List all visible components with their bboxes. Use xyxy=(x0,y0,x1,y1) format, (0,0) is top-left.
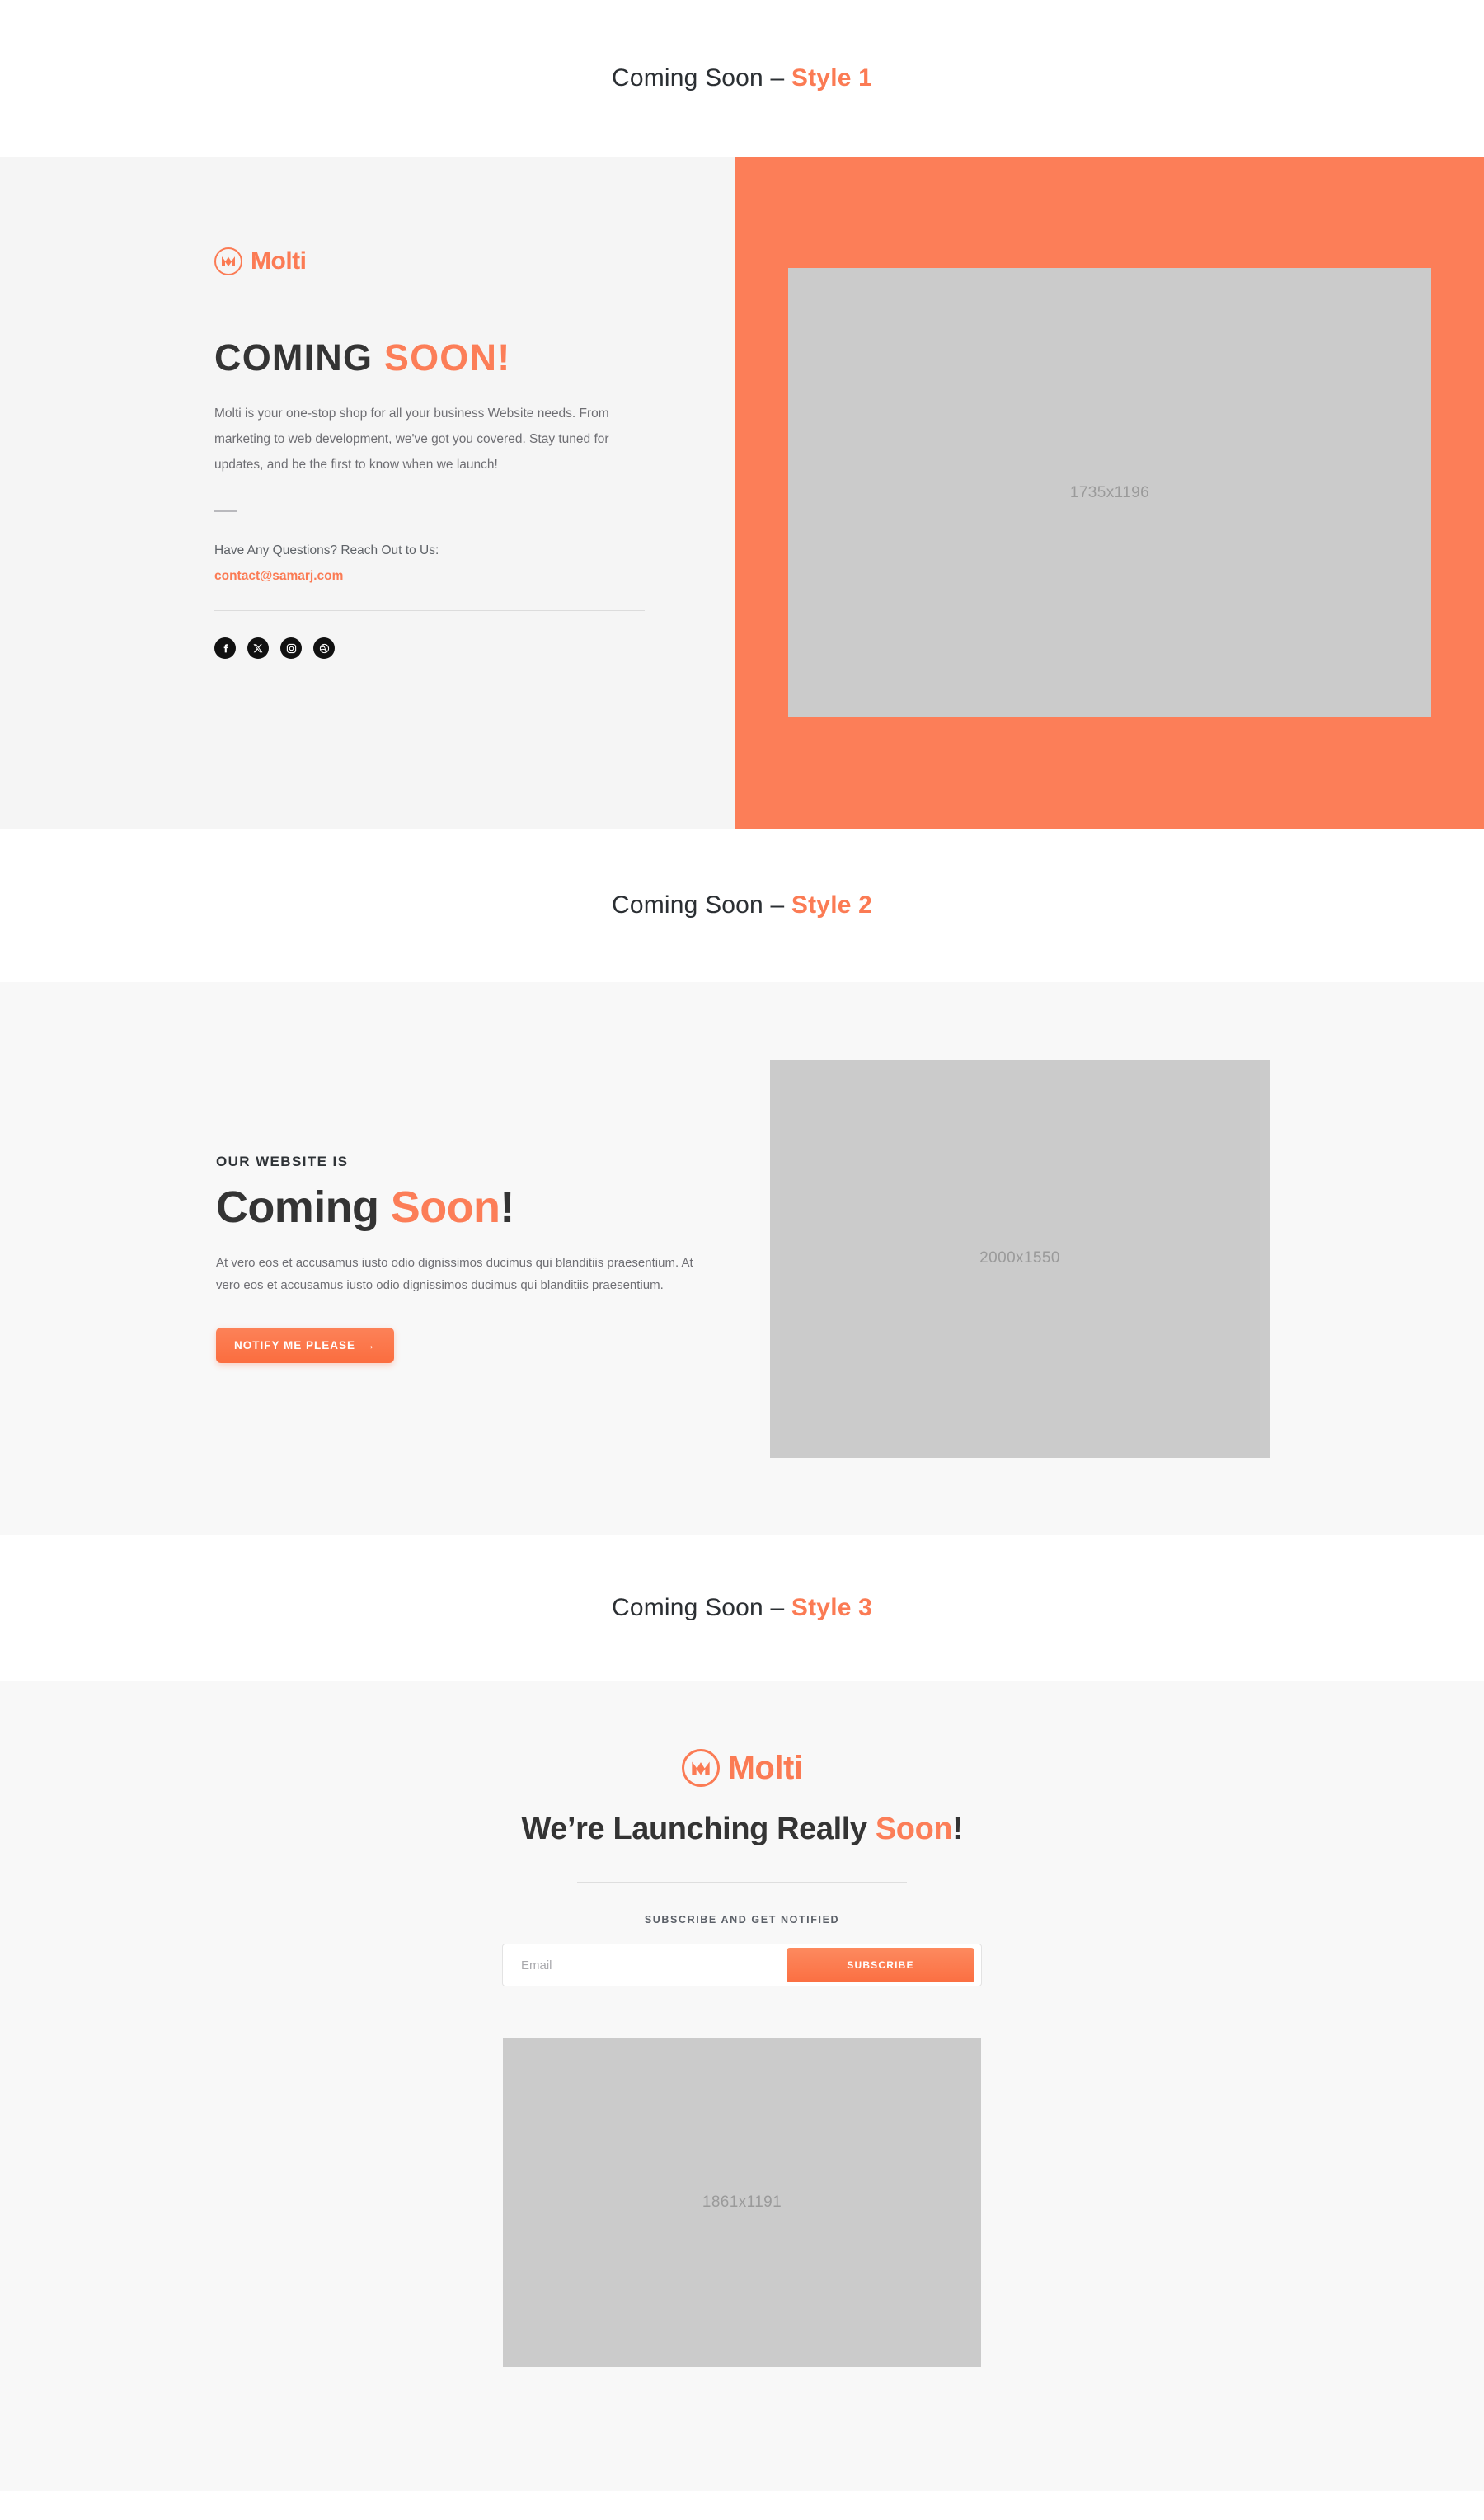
style2-eyebrow: OUR WEBSITE IS xyxy=(216,1154,349,1170)
coming-soon-style3: Molti We’re Launching Really Soon! SUBSC… xyxy=(0,1681,1484,2491)
short-rule-divider xyxy=(214,510,237,512)
x-twitter-icon[interactable] xyxy=(247,637,269,659)
style2-content-panel: OUR WEBSITE IS Coming Soon! At vero eos … xyxy=(216,1154,727,1363)
style3-image-placeholder: 1861x1191 xyxy=(503,2038,981,2367)
dribbble-icon[interactable] xyxy=(313,637,335,659)
style1-image-placeholder: 1735x1196 xyxy=(788,268,1431,717)
coming-soon-style2: OUR WEBSITE IS Coming Soon! At vero eos … xyxy=(0,982,1484,1535)
style3-heading-tail: ! xyxy=(952,1812,963,1846)
molti-m-icon xyxy=(214,247,242,275)
notify-me-button-label: NOTIFY ME PLEASE xyxy=(234,1338,356,1352)
notify-me-button[interactable]: NOTIFY ME PLEASE → xyxy=(216,1327,394,1363)
subscribe-label: SUBSCRIBE AND GET NOTIFIED xyxy=(644,1914,840,1925)
label-accent: Style 2 xyxy=(791,891,873,919)
label-accent: Style 1 xyxy=(791,64,873,92)
horizontal-divider xyxy=(214,610,645,611)
style3-heading-accent: Soon xyxy=(875,1812,953,1846)
subscribe-button[interactable]: SUBSCRIBE xyxy=(787,1948,974,1982)
brand-name: Molti xyxy=(727,1749,803,1786)
subscribe-form: SUBSCRIBE xyxy=(502,1944,982,1986)
email-input[interactable] xyxy=(503,1958,787,1972)
social-links xyxy=(214,637,735,659)
contact-email-link[interactable]: contact@samarj.com xyxy=(214,569,343,584)
arrow-right-icon: → xyxy=(364,1338,376,1352)
instagram-icon[interactable] xyxy=(280,637,302,659)
section-label-style2: Coming Soon – Style 2 xyxy=(0,829,1484,982)
style2-heading: Coming Soon! xyxy=(216,1182,727,1233)
section-label-style3: Coming Soon – Style 3 xyxy=(0,1535,1484,1681)
style2-body-text: At vero eos et accusamus iusto odio dign… xyxy=(216,1256,693,1292)
label-accent: Style 3 xyxy=(791,1594,873,1621)
section-label-text: Coming Soon – Style 1 xyxy=(612,64,872,92)
style1-orange-panel: 1735x1196 xyxy=(735,157,1484,829)
label-prefix: Coming Soon – xyxy=(611,64,791,92)
label-prefix: Coming Soon – xyxy=(611,1594,791,1621)
label-prefix: Coming Soon – xyxy=(611,891,791,919)
section-label-style1: Coming Soon – Style 1 xyxy=(0,0,1484,157)
style3-heading: We’re Launching Really Soon! xyxy=(522,1812,963,1847)
facebook-icon[interactable] xyxy=(214,637,236,659)
brand-logo[interactable]: Molti xyxy=(214,247,735,275)
style2-heading-accent: Soon xyxy=(390,1182,500,1233)
style1-content-panel: Molti COMING SOON! Molti is your one-sto… xyxy=(0,157,735,829)
brand-logo[interactable]: Molti xyxy=(681,1749,803,1787)
style2-heading-tail: ! xyxy=(500,1182,514,1233)
section-label-text: Coming Soon – Style 2 xyxy=(612,891,872,919)
molti-m-icon xyxy=(681,1749,720,1787)
brand-name: Molti xyxy=(251,247,307,275)
style3-heading-dark: We’re Launching Really xyxy=(521,1812,876,1846)
section-label-text: Coming Soon – Style 3 xyxy=(612,1594,872,1622)
style1-heading-accent: SOON! xyxy=(383,336,511,378)
horizontal-divider xyxy=(577,1882,907,1883)
style1-body-text: Molti is your one-stop shop for all your… xyxy=(214,407,609,472)
coming-soon-style1: Molti COMING SOON! Molti is your one-sto… xyxy=(0,157,1484,829)
style2-image-placeholder: 2000x1550 xyxy=(770,1059,1270,1458)
style2-heading-dark: Coming xyxy=(216,1182,391,1233)
style1-contact-label: Have Any Questions? Reach Out to Us: xyxy=(214,543,439,557)
style1-heading: COMING SOON! xyxy=(214,336,735,379)
style1-heading-dark: COMING xyxy=(214,336,384,378)
